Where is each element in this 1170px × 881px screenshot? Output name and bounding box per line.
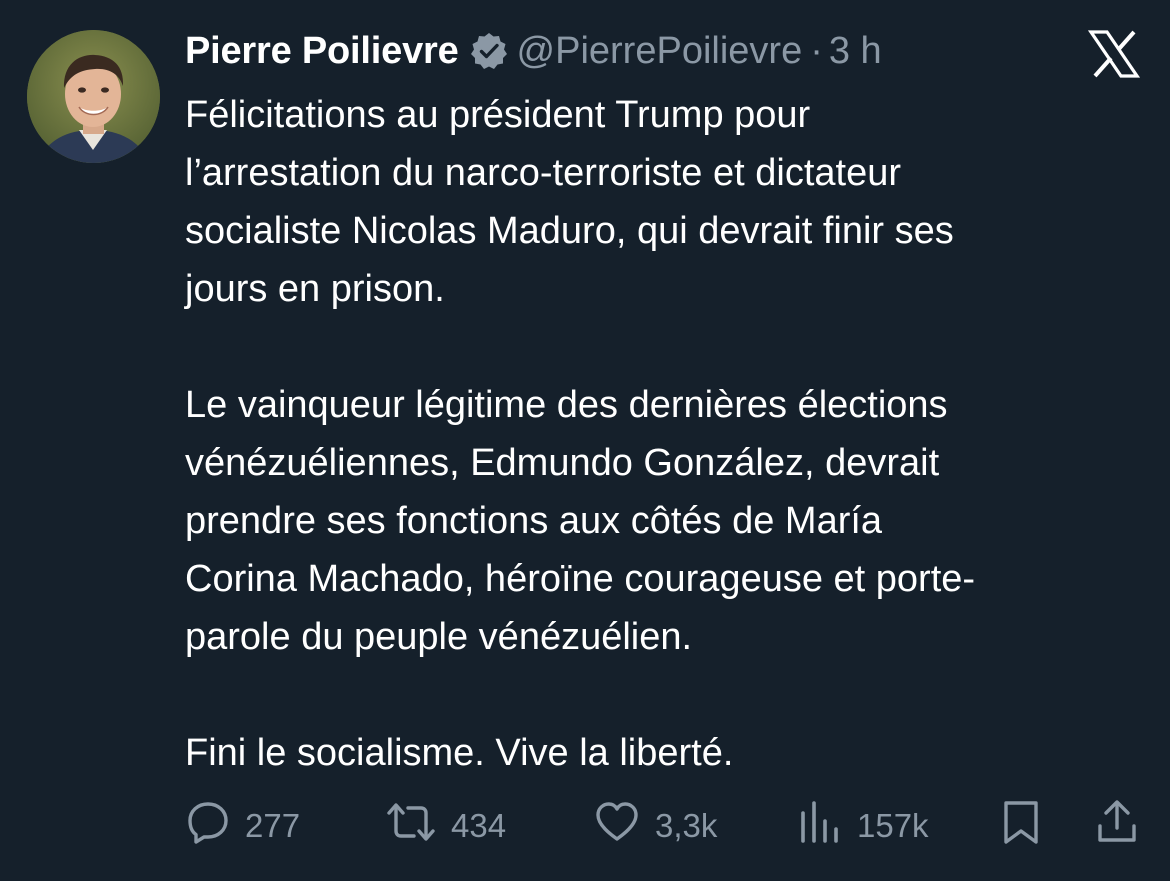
share-icon [1095,798,1139,854]
views-count: 157k [857,807,929,844]
avatar[interactable] [27,30,160,163]
tweet-paragraph: Le vainqueur légitime des dernières élec… [185,384,976,658]
tweet-paragraph: Fini le socialisme. Vive la liberté. [185,732,734,774]
tweet-text: Félicitations au président Trump pour l’… [185,86,1145,782]
share-button[interactable] [1095,800,1139,852]
repost-button[interactable]: 434 [385,800,506,852]
views-icon [797,799,843,853]
tweet-header: Pierre Poilievre @PierrePoilievre · 3 h [185,26,882,76]
user-handle[interactable]: @PierrePoilievre [517,30,803,73]
x-logo-icon [1087,30,1141,78]
tweet-paragraph: Félicitations au président Trump pour l’… [185,94,954,310]
reply-icon [185,799,231,853]
timestamp[interactable]: 3 h [829,30,882,73]
reply-count: 277 [245,807,301,844]
bookmark-icon [1001,798,1041,854]
tweet-card: Pierre Poilievre @PierrePoilievre · 3 h … [0,0,1170,881]
repost-icon [385,799,437,853]
views-button[interactable]: 157k [797,800,929,852]
repost-count: 434 [451,807,507,844]
heart-icon [593,799,641,853]
bookmark-button[interactable] [1001,800,1041,852]
like-button[interactable]: 3,3k [593,800,717,852]
display-name[interactable]: Pierre Poilievre [185,30,459,73]
separator-dot: · [810,29,823,72]
verified-badge-icon[interactable] [469,31,509,71]
like-count: 3,3k [655,807,718,844]
action-bar: 277 434 3,3k 157k [185,800,1145,852]
reply-button[interactable]: 277 [185,800,300,852]
